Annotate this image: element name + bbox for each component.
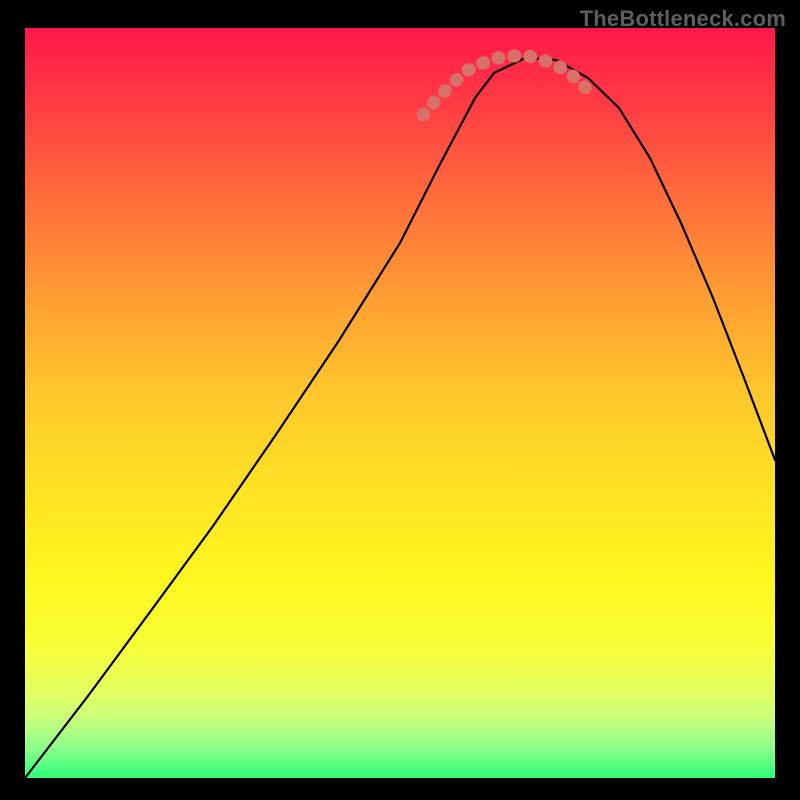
watermark-text: TheBottleneck.com [580,6,786,32]
plot-area [25,28,775,778]
highlight-dots [25,28,775,778]
chart-frame: TheBottleneck.com [0,0,800,800]
highlight-dots-path [423,56,588,115]
